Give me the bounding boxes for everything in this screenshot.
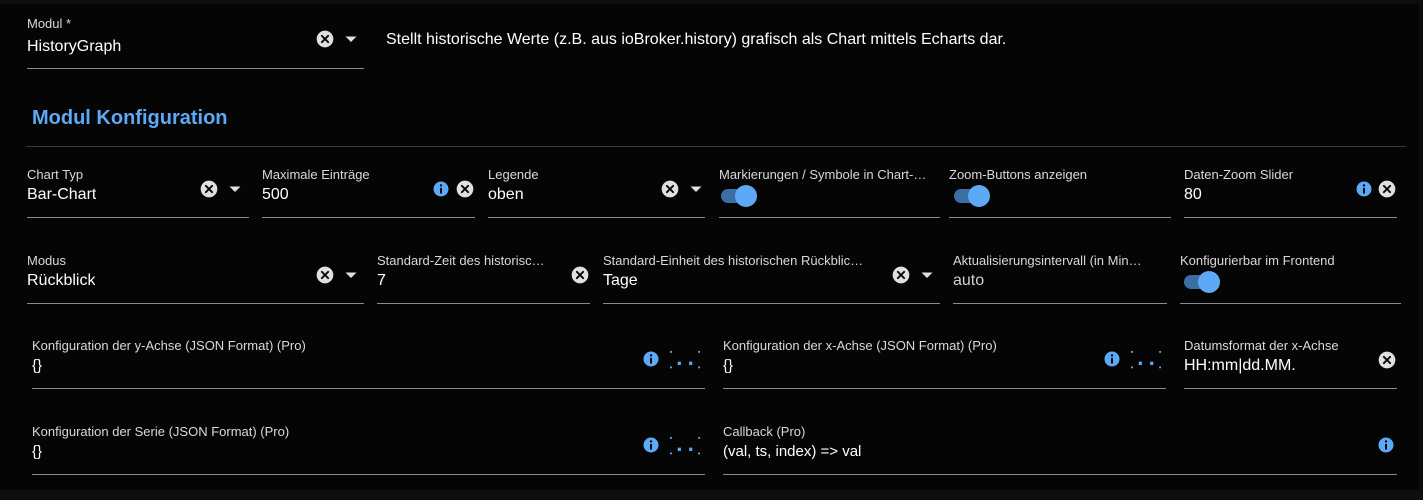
legend-select[interactable]: Legende oben — [488, 167, 705, 218]
x-axis-config-input[interactable]: Konfiguration der x-Achse (JSON Format) … — [723, 338, 1166, 389]
markers-toggle-field: Markierungen / Symbole in Chart-… — [719, 167, 940, 218]
refresh-interval-input[interactable]: Aktualisierungsintervall (in Min… auto — [953, 253, 1167, 304]
chevron-down-icon[interactable] — [684, 177, 708, 201]
date-format-label: Datumsformat der x-Achse — [1184, 338, 1339, 353]
x-axis-config-value: {} — [723, 357, 734, 374]
max-entries-label: Maximale Einträge — [262, 167, 370, 182]
date-format-input[interactable]: Datumsformat der x-Achse HH:mm|dd.MM. — [1184, 338, 1397, 389]
y-axis-config-label: Konfiguration der y-Achse (JSON Format) … — [32, 338, 306, 353]
clear-icon[interactable] — [891, 265, 911, 285]
chevron-down-icon[interactable] — [223, 177, 247, 201]
series-config-label: Konfiguration der Serie (JSON Format) (P… — [32, 424, 290, 439]
section-divider — [26, 146, 1406, 147]
chevron-down-icon[interactable] — [915, 263, 939, 287]
series-config-input[interactable]: Konfiguration der Serie (JSON Format) (P… — [32, 424, 705, 475]
frontend-config-label: Konfigurierbar im Frontend — [1180, 253, 1335, 268]
panel-frame-top — [0, 0, 1423, 4]
module-select[interactable]: Modul * HistoryGraph — [27, 16, 364, 69]
refresh-interval-label: Aktualisierungsintervall (in Min… — [953, 253, 1142, 268]
max-entries-input[interactable]: Maximale Einträge 500 — [262, 167, 475, 218]
chart-type-label: Chart Typ — [27, 167, 84, 182]
info-icon[interactable] — [642, 436, 660, 454]
mode-label: Modus — [27, 253, 67, 268]
default-time-label: Standard-Zeit des historisc… — [377, 253, 545, 268]
callback-input[interactable]: Callback (Pro) (val, ts, index) => val — [723, 424, 1397, 475]
panel-frame-right — [1419, 0, 1423, 500]
default-time-input[interactable]: Standard-Zeit des historisc… 7 — [377, 253, 590, 304]
default-unit-select[interactable]: Standard-Einheit des historischen Rückbl… — [603, 253, 940, 304]
mode-select[interactable]: Modus Rückblick — [27, 253, 364, 304]
curly-braces-icon[interactable] — [1131, 346, 1161, 370]
frontend-config-toggle-field: Konfigurierbar im Frontend — [1180, 253, 1401, 304]
zoom-buttons-toggle-field: Zoom-Buttons anzeigen — [949, 167, 1171, 218]
markers-toggle[interactable] — [721, 184, 757, 208]
clear-icon[interactable] — [315, 265, 335, 285]
y-axis-config-value: {} — [32, 357, 43, 374]
clear-icon[interactable] — [199, 179, 219, 199]
info-icon[interactable] — [432, 180, 450, 198]
callback-value: (val, ts, index) => val — [723, 443, 862, 460]
legend-value: oben — [488, 186, 524, 203]
markers-label: Markierungen / Symbole in Chart-… — [719, 167, 927, 182]
chart-type-select[interactable]: Chart Typ Bar-Chart — [27, 167, 249, 218]
x-axis-config-label: Konfiguration der x-Achse (JSON Format) … — [723, 338, 997, 353]
module-value: HistoryGraph — [27, 38, 122, 55]
callback-label: Callback (Pro) — [723, 424, 806, 439]
default-unit-value: Tage — [603, 272, 638, 289]
clear-icon[interactable] — [1377, 350, 1397, 370]
section-title: Modul Konfiguration — [32, 107, 228, 129]
frontend-config-toggle[interactable] — [1184, 270, 1220, 294]
clear-icon[interactable] — [455, 179, 475, 199]
module-description: Stellt historische Werte (z.B. aus ioBro… — [386, 31, 1007, 48]
data-zoom-label: Daten-Zoom Slider — [1184, 167, 1294, 182]
series-config-value: {} — [32, 443, 43, 460]
default-unit-label: Standard-Einheit des historischen Rückbl… — [603, 253, 864, 268]
chart-type-value: Bar-Chart — [27, 186, 97, 203]
legend-label: Legende — [488, 167, 539, 182]
refresh-interval-value: auto — [953, 272, 985, 289]
clear-icon[interactable] — [315, 29, 335, 49]
chevron-down-icon[interactable] — [339, 263, 363, 287]
clear-icon[interactable] — [660, 179, 680, 199]
clear-icon[interactable] — [570, 265, 590, 285]
default-time-value: 7 — [377, 272, 386, 289]
chevron-down-icon[interactable] — [339, 27, 363, 51]
curly-braces-icon[interactable] — [670, 346, 700, 370]
module-underline — [27, 68, 364, 69]
info-icon[interactable] — [1377, 436, 1395, 454]
info-icon[interactable] — [642, 350, 660, 368]
info-icon[interactable] — [1355, 180, 1373, 198]
date-format-value: HH:mm|dd.MM. — [1184, 357, 1296, 374]
data-zoom-input[interactable]: Daten-Zoom Slider 80 — [1184, 167, 1397, 218]
module-label: Modul * — [27, 16, 72, 31]
max-entries-value: 500 — [262, 186, 289, 203]
info-icon[interactable] — [1103, 350, 1121, 368]
data-zoom-value: 80 — [1184, 186, 1202, 203]
y-axis-config-input[interactable]: Konfiguration der y-Achse (JSON Format) … — [32, 338, 705, 389]
clear-icon[interactable] — [1377, 179, 1397, 199]
zoom-buttons-label: Zoom-Buttons anzeigen — [949, 167, 1088, 182]
mode-value: Rückblick — [27, 272, 96, 289]
curly-braces-icon[interactable] — [670, 432, 700, 456]
zoom-buttons-toggle[interactable] — [954, 184, 990, 208]
panel-frame-bottom — [0, 490, 1423, 500]
